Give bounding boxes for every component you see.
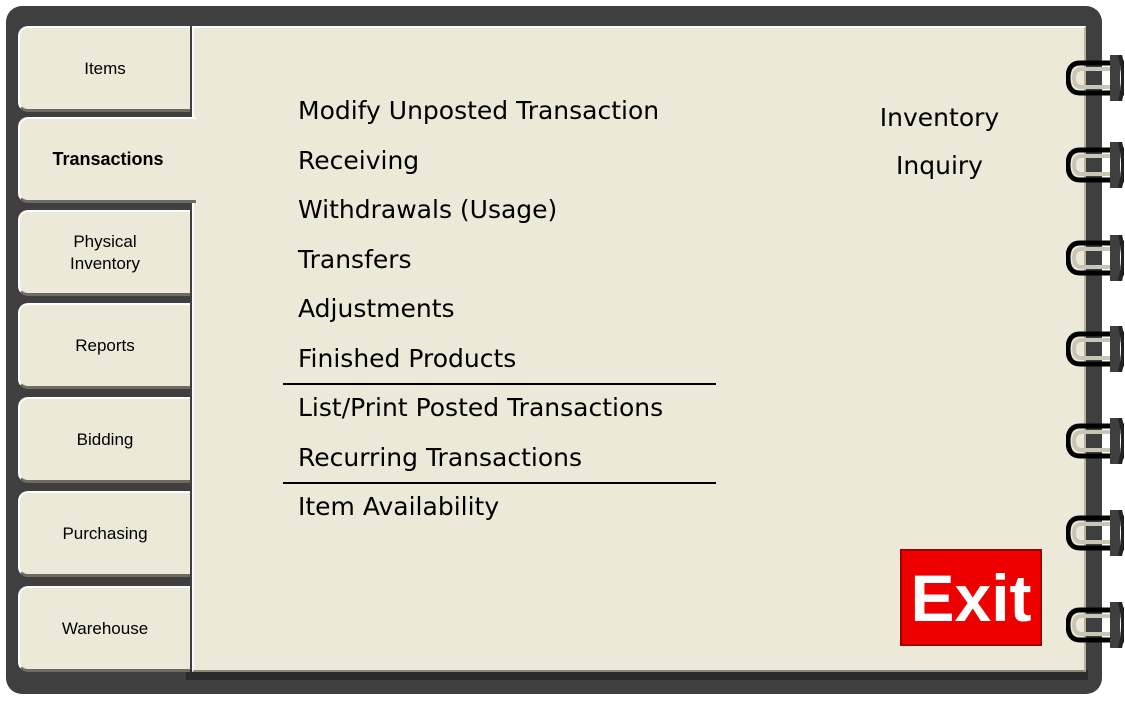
- app-window: Items Transactions Physical Inventory Re…: [0, 0, 1125, 706]
- menu-item-transfers[interactable]: Transfers: [298, 241, 663, 291]
- menu-item-finished-products[interactable]: Finished Products: [298, 340, 663, 390]
- tab-transactions-label: Transactions: [52, 149, 164, 170]
- tab-purchasing-label: Purchasing: [62, 523, 148, 543]
- binder-ring-icon: [1066, 418, 1124, 464]
- tab-reports[interactable]: Reports: [18, 303, 190, 389]
- binder-ring-icon: [1066, 235, 1124, 281]
- tab-bidding-label: Bidding: [76, 429, 134, 449]
- menu-item-adjustments[interactable]: Adjustments: [298, 290, 663, 340]
- tab-items[interactable]: Items: [18, 26, 190, 112]
- tab-purchasing[interactable]: Purchasing: [18, 491, 190, 577]
- menu-divider: [283, 482, 716, 484]
- menu-item-item-availability[interactable]: Item Availability: [298, 488, 663, 538]
- tab-reports-label: Reports: [75, 335, 135, 355]
- inventory-inquiry-line1: Inventory: [879, 103, 1000, 132]
- menu-item-list-print-posted[interactable]: List/Print Posted Transactions: [298, 389, 663, 439]
- inventory-inquiry-line2: Inquiry: [896, 151, 983, 180]
- transactions-menu: Modify Unposted Transaction Receiving Wi…: [298, 92, 663, 538]
- menu-item-recurring[interactable]: Recurring Transactions: [298, 439, 663, 489]
- tab-warehouse-label: Warehouse: [61, 618, 149, 638]
- tab-transactions[interactable]: Transactions: [18, 117, 200, 203]
- binder-ring-icon: [1066, 55, 1124, 101]
- tab-physical-inventory[interactable]: Physical Inventory: [18, 210, 190, 296]
- menu-divider: [283, 383, 716, 385]
- menu-item-modify-unposted[interactable]: Modify Unposted Transaction: [298, 92, 663, 142]
- inventory-inquiry-link[interactable]: Inventory Inquiry: [862, 94, 1017, 190]
- tab-warehouse[interactable]: Warehouse: [18, 586, 190, 672]
- menu-item-withdrawals[interactable]: Withdrawals (Usage): [298, 191, 663, 241]
- tab-bidding[interactable]: Bidding: [18, 397, 190, 483]
- binder-ring-icon: [1066, 602, 1124, 648]
- menu-item-receiving[interactable]: Receiving: [298, 142, 663, 192]
- tab-items-label: Items: [84, 58, 126, 78]
- binder-ring-icon: [1066, 326, 1124, 372]
- exit-button[interactable]: Exit: [900, 549, 1042, 646]
- tab-physical-inventory-label: Physical Inventory: [70, 232, 140, 273]
- binder-ring-icon: [1066, 142, 1124, 188]
- binder-ring-icon: [1066, 510, 1124, 556]
